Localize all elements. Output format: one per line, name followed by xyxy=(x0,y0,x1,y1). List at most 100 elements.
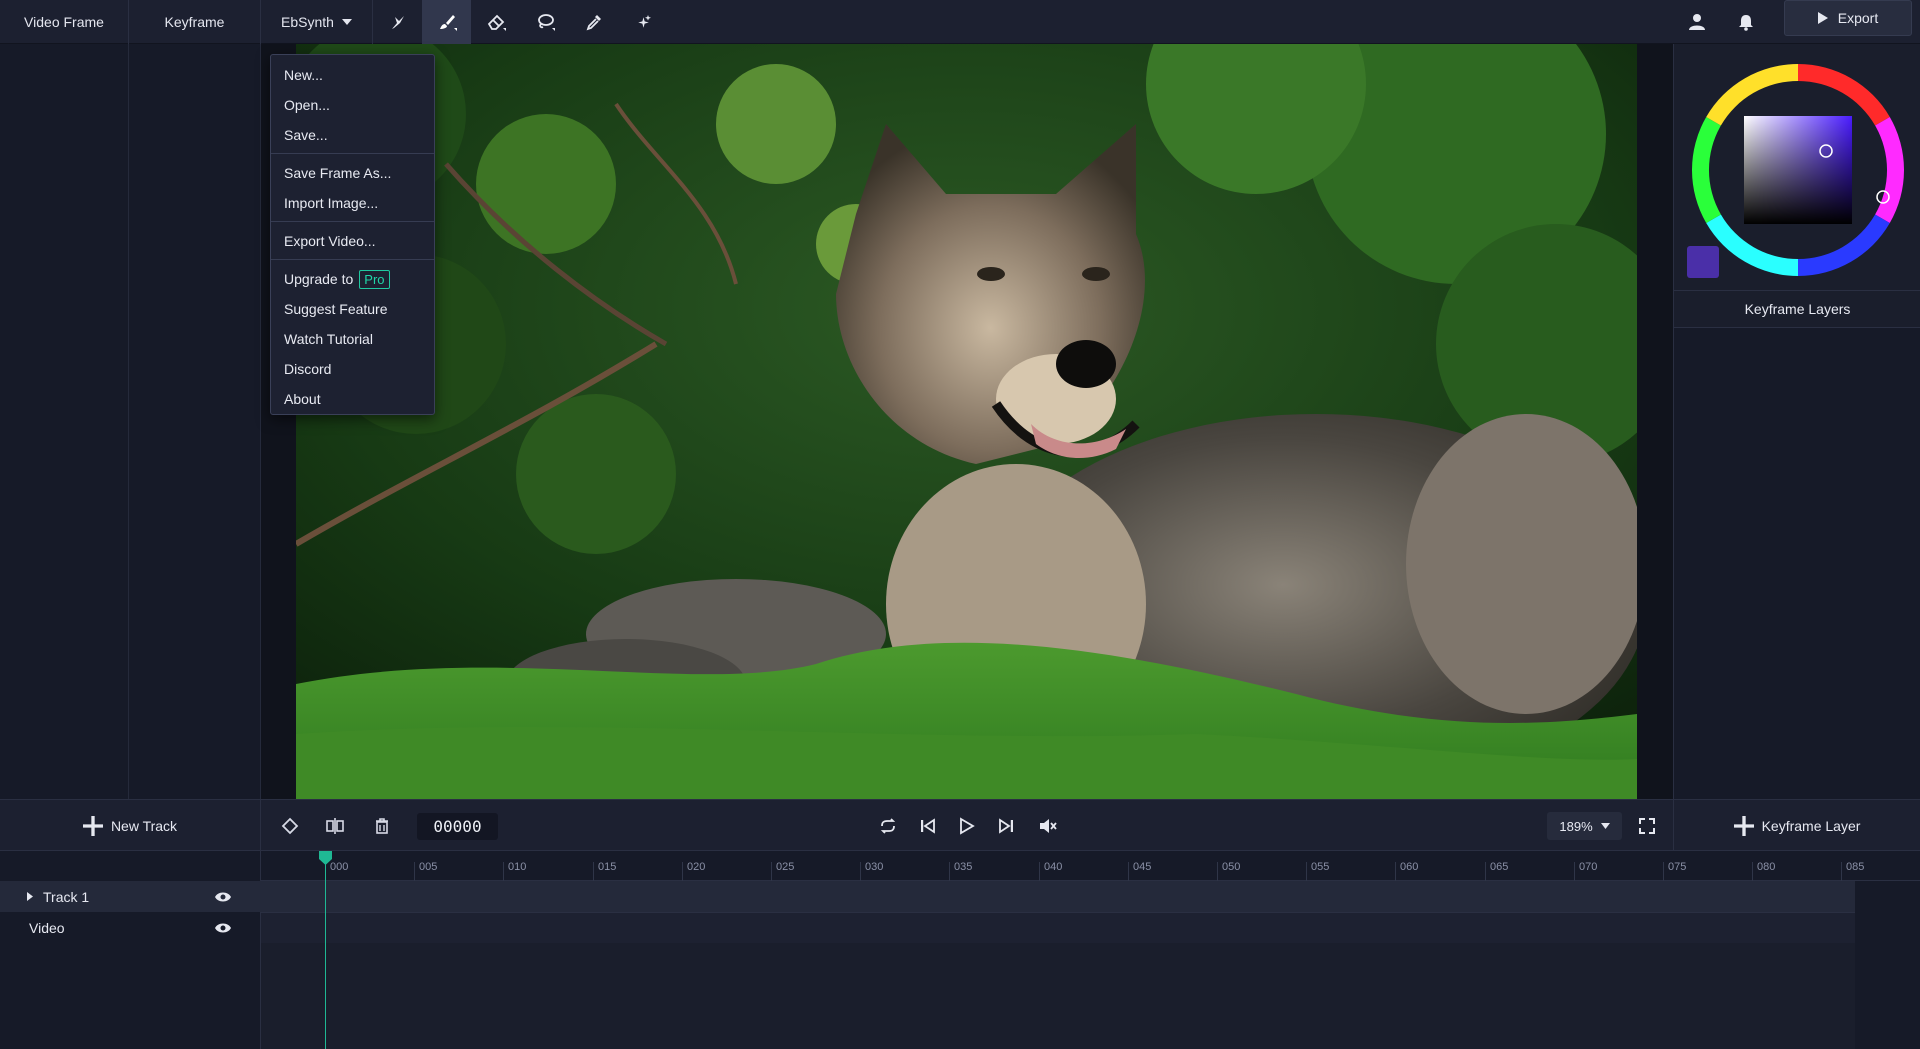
ruler-tick-label: 085 xyxy=(1846,861,1865,873)
keyframe-layers-list xyxy=(1674,328,1920,799)
tab-video-frame[interactable]: Video Frame xyxy=(0,0,129,44)
top-toolbar: Video Frame Keyframe EbSynth Export xyxy=(0,0,1920,44)
ruler-tick-label: 040 xyxy=(1044,861,1063,873)
menu-item-save[interactable]: Save... xyxy=(271,120,434,150)
notifications-button[interactable] xyxy=(1734,10,1758,34)
caret-down-icon xyxy=(341,19,352,25)
account-button[interactable] xyxy=(1685,10,1709,34)
menu-item-about[interactable]: About xyxy=(271,384,434,414)
loop-button[interactable] xyxy=(873,800,903,852)
lasso-tool[interactable] xyxy=(520,0,569,44)
play-icon xyxy=(960,817,975,835)
track-row-track-1[interactable]: Track 1 xyxy=(0,881,261,912)
current-color-swatch[interactable] xyxy=(1687,246,1719,278)
fullscreen-icon xyxy=(1639,818,1655,834)
next-frame-button[interactable] xyxy=(991,800,1021,852)
ruler-tick-label: 035 xyxy=(954,861,973,873)
plus-icon xyxy=(1733,816,1754,836)
magic-sparkle-icon xyxy=(637,15,651,28)
magic-tool[interactable] xyxy=(618,0,667,44)
volume-muted-icon xyxy=(1040,819,1057,833)
panel-divider xyxy=(128,44,129,799)
play-icon xyxy=(1817,12,1828,24)
track-label: Video xyxy=(29,919,65,936)
track-lane-video[interactable] xyxy=(261,912,1855,943)
track-lane-track-1[interactable] xyxy=(261,881,1855,912)
wolf-photo xyxy=(296,44,1637,799)
ruler-tick-label: 070 xyxy=(1579,861,1598,873)
ruler-tick-label: 020 xyxy=(687,861,706,873)
eraser-tool[interactable] xyxy=(471,0,520,44)
menu-separator xyxy=(271,221,434,222)
caret-down-icon xyxy=(1600,823,1610,829)
ruler-tick-label: 025 xyxy=(776,861,795,873)
eye-icon[interactable] xyxy=(215,891,231,903)
ruler-tick-label: 010 xyxy=(508,861,527,873)
menu-item-upgrade[interactable]: Upgrade to Pro xyxy=(271,264,434,294)
playhead-handle[interactable] xyxy=(319,851,332,865)
pointer-brush-tool[interactable] xyxy=(373,0,422,44)
split-button[interactable] xyxy=(320,800,350,852)
eye-icon[interactable] xyxy=(215,922,231,934)
new-track-button[interactable]: New Track xyxy=(0,800,261,852)
menu-item-suggest-feature[interactable]: Suggest Feature xyxy=(271,294,434,324)
add-keyframe-button[interactable] xyxy=(275,800,305,852)
zoom-select[interactable]: 189% xyxy=(1547,812,1622,840)
ruler-tick-label: 030 xyxy=(865,861,884,873)
eraser-icon xyxy=(487,14,506,31)
new-track-label: New Track xyxy=(110,818,178,834)
caret-right-icon[interactable] xyxy=(27,892,33,901)
color-picker[interactable] xyxy=(1692,64,1904,276)
export-button[interactable]: Export xyxy=(1784,0,1912,36)
mute-button[interactable] xyxy=(1033,800,1063,852)
frame-counter-input[interactable]: 00000 xyxy=(417,813,498,840)
export-label: Export xyxy=(1837,10,1879,26)
keyframe-layer-label: Keyframe Layer xyxy=(1761,818,1861,834)
upgrade-label: Upgrade to xyxy=(284,271,354,287)
timeline-ruler[interactable]: 000 005 010 015 020 025 030 035 040 045 050 055 060 0… xyxy=(261,851,1920,881)
split-icon xyxy=(326,818,344,834)
plus-icon xyxy=(82,816,103,836)
left-panel xyxy=(0,44,261,799)
user-icon xyxy=(1689,14,1705,30)
track-list: Track 1 Video xyxy=(0,851,261,1049)
frame-viewer[interactable] xyxy=(261,44,1673,799)
ruler-tick-label: 045 xyxy=(1133,861,1152,873)
playhead-line xyxy=(325,851,326,1049)
menu-item-discord[interactable]: Discord xyxy=(271,354,434,384)
diamond-icon xyxy=(281,817,299,835)
menu-item-save-frame-as[interactable]: Save Frame As... xyxy=(271,158,434,188)
delete-button[interactable] xyxy=(367,800,397,852)
menu-item-watch-tutorial[interactable]: Watch Tutorial xyxy=(271,324,434,354)
menu-item-open[interactable]: Open... xyxy=(271,90,434,120)
ruler-tick-label: 005 xyxy=(419,861,438,873)
timeline-empty-area xyxy=(261,943,1855,1049)
fullscreen-button[interactable] xyxy=(1632,800,1662,852)
ruler-tick-label: 050 xyxy=(1222,861,1241,873)
menu-item-import-image[interactable]: Import Image... xyxy=(271,188,434,218)
app-dropdown-menu: New... Open... Save... Save Frame As... … xyxy=(270,54,435,415)
paint-brush-tool[interactable] xyxy=(422,0,471,44)
track-label: Track 1 xyxy=(43,888,90,905)
keyframe-layers-header: Keyframe Layers xyxy=(1674,290,1920,328)
timeline[interactable]: Track 1 Video 000 005 010 015 020 025 030 035 04… xyxy=(0,851,1920,1049)
eyedropper-tool[interactable] xyxy=(569,0,618,44)
menu-separator xyxy=(271,259,434,260)
menu-item-new[interactable]: New... xyxy=(271,60,434,90)
tab-keyframe[interactable]: Keyframe xyxy=(129,0,261,44)
bell-icon xyxy=(1739,15,1753,31)
add-keyframe-layer-button[interactable]: Keyframe Layer xyxy=(1673,800,1920,852)
menu-separator xyxy=(271,153,434,154)
zoom-value: 189% xyxy=(1559,818,1593,834)
app-menu-button[interactable]: EbSynth xyxy=(261,0,373,44)
app-menu-label: EbSynth xyxy=(281,14,334,30)
track-row-video[interactable]: Video xyxy=(0,912,261,943)
ruler-tick-label: 055 xyxy=(1311,861,1330,873)
previous-frame-button[interactable] xyxy=(913,800,943,852)
menu-item-export-video[interactable]: Export Video... xyxy=(271,226,434,256)
paint-brush-icon xyxy=(439,15,457,31)
video-frame-image[interactable] xyxy=(296,44,1637,799)
ruler-tick-label: 015 xyxy=(598,861,617,873)
play-button[interactable] xyxy=(951,800,981,852)
ruler-tick-label: 075 xyxy=(1668,861,1687,873)
